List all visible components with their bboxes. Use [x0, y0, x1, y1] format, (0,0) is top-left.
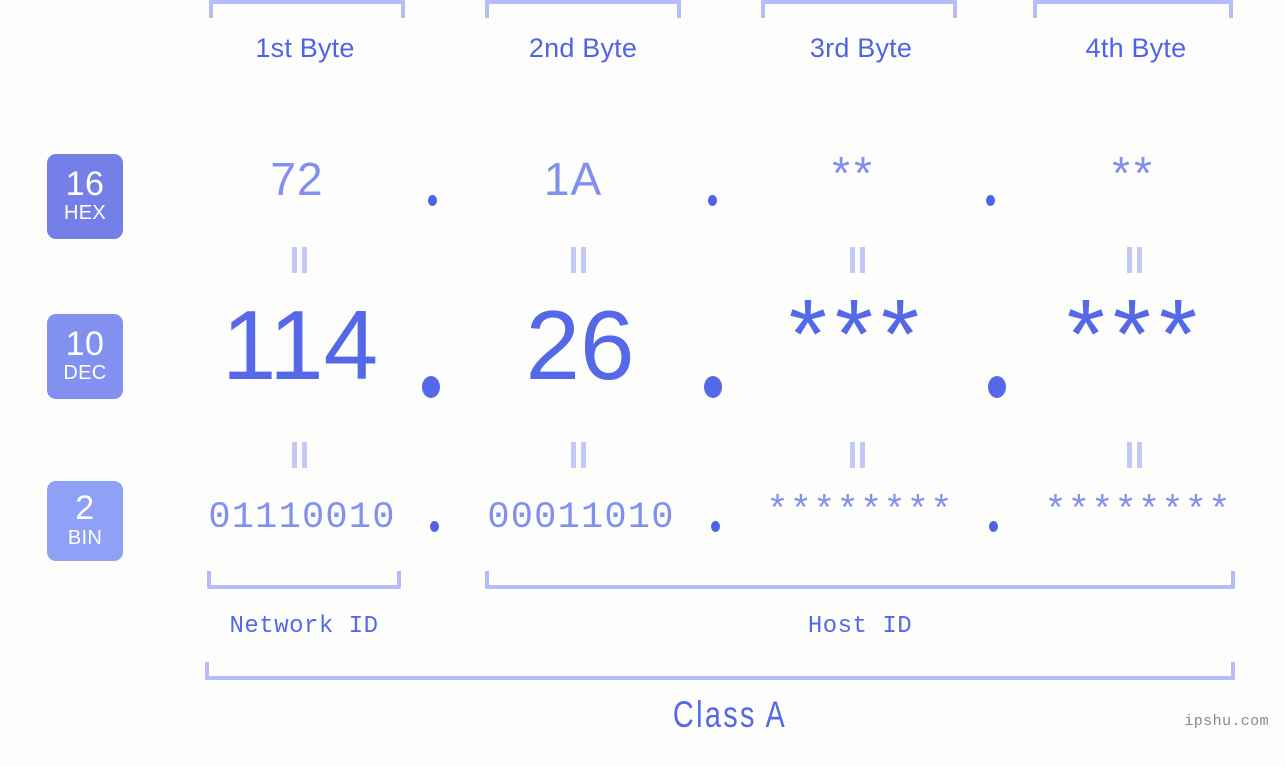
equals-mark-hex-dec-2 — [570, 247, 588, 273]
base-badge-bin: 2 BIN — [47, 481, 123, 561]
hex-byte-4: ** — [1112, 147, 1156, 199]
hex-separator-dot-3 — [986, 195, 995, 206]
base-badge-bin-abbr: BIN — [67, 526, 103, 549]
dec-separator-dot-3 — [988, 376, 1006, 398]
bin-byte-4: ******** — [1044, 491, 1232, 533]
bin-separator-dot-2 — [711, 521, 720, 532]
bin-byte-2: 00011010 — [487, 497, 675, 539]
dec-separator-dot-1 — [422, 376, 440, 398]
equals-mark-dec-bin-4 — [1126, 442, 1144, 468]
base-badge-dec-number: 10 — [65, 324, 105, 363]
class-label: Class A — [672, 694, 788, 735]
hex-separator-dot-1 — [428, 195, 437, 206]
hex-separator-dot-2 — [708, 195, 717, 206]
byte-bracket-top-4 — [1033, 0, 1233, 18]
byte-header-4: 4th Byte — [1085, 33, 1187, 63]
dec-byte-4: *** — [1066, 279, 1206, 389]
byte-bracket-top-1 — [209, 0, 405, 18]
byte-bracket-top-3 — [761, 0, 957, 18]
network-id-bracket — [207, 571, 401, 589]
class-bracket — [205, 662, 1235, 680]
equals-mark-dec-bin-2 — [570, 442, 588, 468]
base-badge-hex-number: 16 — [65, 164, 105, 203]
byte-bracket-top-2 — [485, 0, 681, 18]
equals-mark-dec-bin-3 — [849, 442, 867, 468]
bin-separator-dot-1 — [430, 521, 439, 532]
base-badge-bin-number: 2 — [75, 489, 95, 528]
bin-separator-dot-3 — [989, 521, 998, 532]
byte-header-1: 1st Byte — [255, 33, 355, 63]
network-id-label: Network ID — [229, 613, 379, 640]
hex-byte-1: 72 — [270, 153, 324, 205]
byte-header-3: 3rd Byte — [809, 33, 913, 63]
equals-mark-dec-bin-1 — [291, 442, 309, 468]
site-watermark: ipshu.com — [1184, 713, 1269, 730]
dec-byte-3: *** — [788, 279, 928, 389]
byte-header-2: 2nd Byte — [528, 33, 638, 63]
hex-byte-3: ** — [832, 147, 876, 199]
host-id-bracket — [485, 571, 1235, 589]
equals-mark-hex-dec-1 — [291, 247, 309, 273]
base-badge-dec-abbr: DEC — [63, 362, 107, 385]
bin-byte-1: 01110010 — [208, 497, 396, 539]
dec-byte-1: 114 — [221, 290, 379, 400]
ip-breakdown-diagram: 1st Byte 2nd Byte 3rd Byte 4th Byte 16 H… — [0, 0, 1285, 767]
bin-byte-3: ******** — [766, 491, 954, 533]
host-id-label: Host ID — [807, 613, 913, 640]
base-badge-dec: 10 DEC — [47, 314, 123, 399]
hex-byte-2: 1A — [543, 153, 603, 205]
equals-mark-hex-dec-4 — [1126, 247, 1144, 273]
dec-separator-dot-2 — [704, 376, 722, 398]
base-badge-hex-abbr: HEX — [63, 202, 107, 225]
dec-byte-2: 26 — [525, 290, 635, 400]
base-badge-hex: 16 HEX — [47, 154, 123, 239]
equals-mark-hex-dec-3 — [849, 247, 867, 273]
